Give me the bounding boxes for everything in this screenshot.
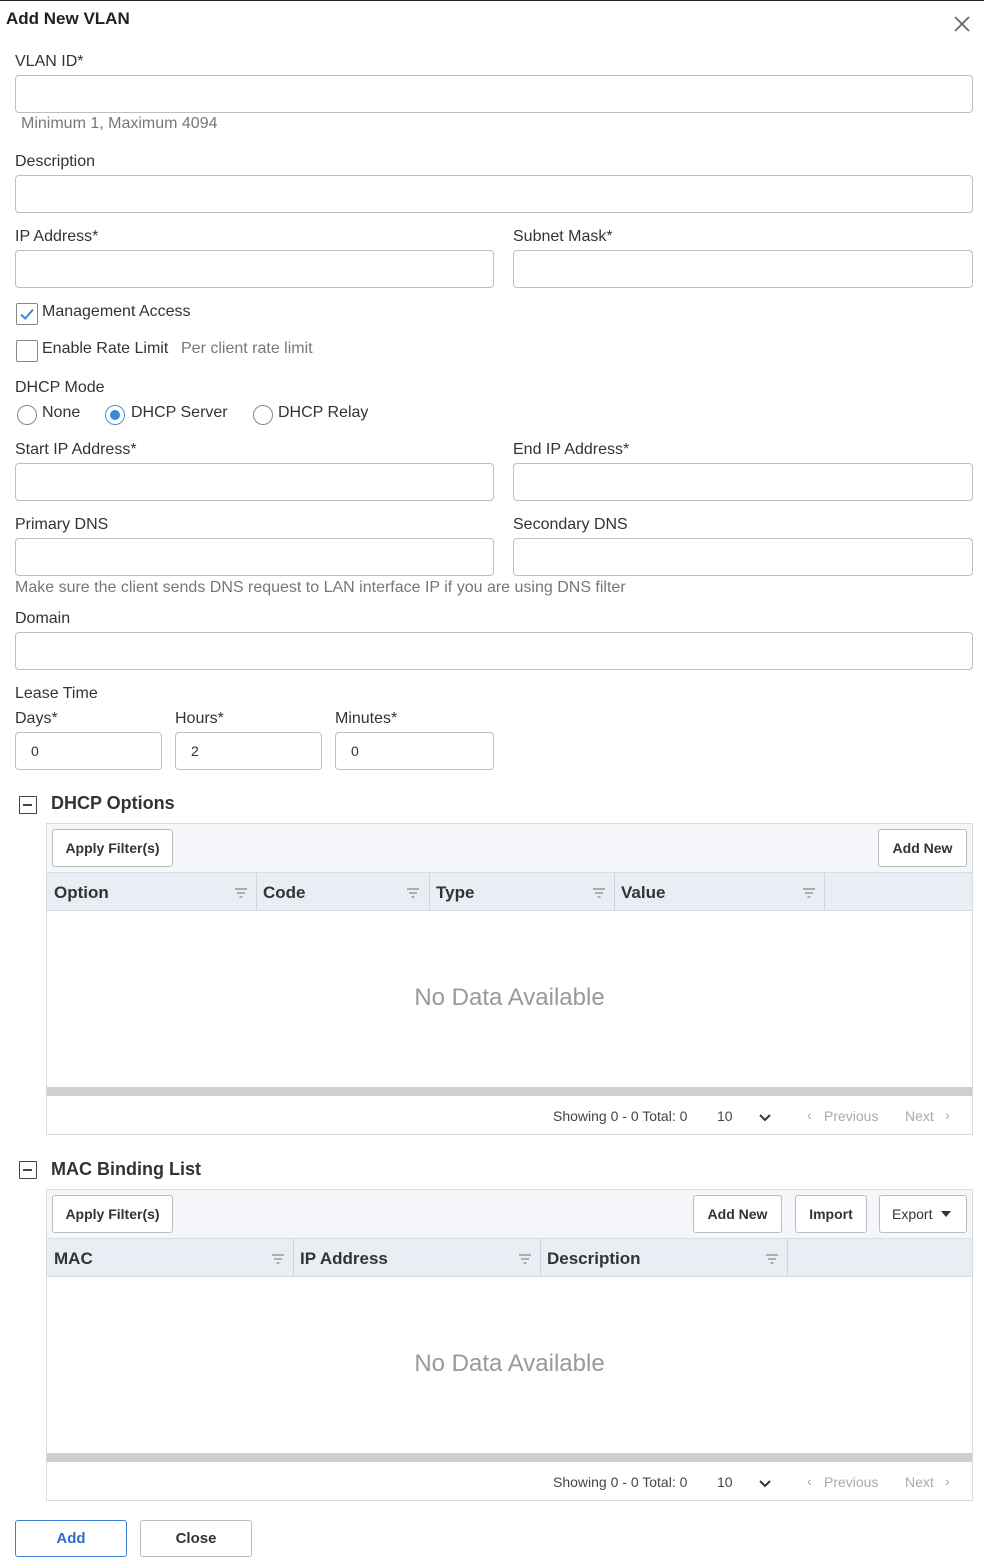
dhcp-previous-button[interactable]: Previous <box>824 1108 878 1124</box>
chevron-down-icon[interactable] <box>758 1476 772 1494</box>
lease-days-input[interactable] <box>15 732 162 770</box>
close-icon[interactable] <box>950 12 974 36</box>
chevron-left-icon: ‹ <box>807 1107 812 1123</box>
dhcp-next-button[interactable]: Next <box>905 1108 934 1124</box>
dhcp-apply-filters-button[interactable]: Apply Filter(s) <box>52 829 173 867</box>
mac-showing-text: Showing 0 - 0 Total: 0 <box>553 1474 688 1490</box>
lease-time-label: Lease Time <box>15 685 98 702</box>
mac-import-button[interactable]: Import <box>795 1195 867 1233</box>
filter-icon[interactable] <box>271 1252 285 1264</box>
vlan-id-label: VLAN ID* <box>15 53 84 70</box>
dhcp-mode-none-label: None <box>42 404 81 421</box>
ip-address-input[interactable] <box>15 250 494 288</box>
mac-table-header <box>47 1238 972 1277</box>
subnet-mask-label: Subnet Mask* <box>513 228 613 245</box>
export-label: Export <box>892 1206 933 1222</box>
description-input[interactable] <box>15 175 973 213</box>
rate-limit-checkbox[interactable] <box>16 340 38 362</box>
chevron-right-icon: › <box>945 1107 950 1123</box>
ip-address-label: IP Address* <box>15 228 99 245</box>
start-ip-label: Start IP Address* <box>15 441 137 458</box>
mac-no-data-message: No Data Available <box>414 1350 605 1377</box>
domain-input[interactable] <box>15 632 973 670</box>
primary-dns-label: Primary DNS <box>15 516 109 533</box>
subnet-mask-input[interactable] <box>513 250 973 288</box>
management-access-checkbox[interactable] <box>16 303 38 325</box>
dns-hint: Make sure the client sends DNS request t… <box>15 579 626 596</box>
dhcp-mode-server-radio[interactable] <box>105 405 125 425</box>
dhcp-options-title: DHCP Options <box>51 793 175 813</box>
management-access-label: Management Access <box>42 303 191 320</box>
column-divider[interactable] <box>256 872 257 911</box>
lease-minutes-input[interactable] <box>335 732 494 770</box>
dhcp-mode-label: DHCP Mode <box>15 379 105 396</box>
mac-page-size-select[interactable]: 10 <box>717 1474 733 1490</box>
vlan-id-hint: Minimum 1, Maximum 4094 <box>21 115 218 132</box>
description-label: Description <box>15 153 96 170</box>
column-divider[interactable] <box>540 1238 541 1277</box>
mac-export-button[interactable]: Export <box>879 1195 967 1233</box>
dhcp-showing-text: Showing 0 - 0 Total: 0 <box>553 1108 688 1124</box>
column-header-value[interactable]: Value <box>621 883 665 903</box>
mac-next-button[interactable]: Next <box>905 1474 934 1490</box>
filter-icon[interactable] <box>234 886 248 898</box>
mac-previous-button[interactable]: Previous <box>824 1474 878 1490</box>
column-header-ip-address[interactable]: IP Address <box>300 1249 388 1269</box>
close-button[interactable]: Close <box>140 1520 252 1557</box>
caret-down-icon <box>941 1211 952 1217</box>
dhcp-page-size-select[interactable]: 10 <box>717 1108 733 1124</box>
rate-limit-label: Enable Rate Limit <box>42 340 169 357</box>
collapse-dhcp-options-icon[interactable] <box>19 796 37 814</box>
lease-days-label: Days* <box>15 710 58 727</box>
column-header-option[interactable]: Option <box>54 883 109 903</box>
column-divider[interactable] <box>614 872 615 911</box>
filter-icon[interactable] <box>592 886 606 898</box>
checkmark-icon <box>20 308 34 320</box>
end-ip-label: End IP Address* <box>513 441 630 458</box>
secondary-dns-label: Secondary DNS <box>513 516 628 533</box>
column-header-description[interactable]: Description <box>547 1249 641 1269</box>
horizontal-scrollbar[interactable] <box>47 1453 972 1462</box>
end-ip-input[interactable] <box>513 463 973 501</box>
dhcp-mode-relay-radio[interactable] <box>253 405 273 425</box>
column-divider[interactable] <box>293 1238 294 1277</box>
chevron-down-icon[interactable] <box>758 1110 772 1128</box>
chevron-left-icon: ‹ <box>807 1473 812 1489</box>
mac-add-new-button[interactable]: Add New <box>693 1195 782 1233</box>
rate-limit-hint: Per client rate limit <box>181 340 313 357</box>
dialog-title: Add New VLAN <box>6 9 130 28</box>
primary-dns-input[interactable] <box>15 538 494 576</box>
filter-icon[interactable] <box>518 1252 532 1264</box>
lease-minutes-label: Minutes* <box>335 710 398 727</box>
column-divider[interactable] <box>787 1238 788 1277</box>
chevron-right-icon: › <box>945 1473 950 1489</box>
horizontal-scrollbar[interactable] <box>47 1087 972 1096</box>
dhcp-mode-relay-label: DHCP Relay <box>278 404 369 421</box>
collapse-mac-binding-icon[interactable] <box>19 1161 37 1179</box>
mac-binding-title: MAC Binding List <box>51 1159 201 1179</box>
column-header-code[interactable]: Code <box>263 883 306 903</box>
column-divider[interactable] <box>824 872 825 911</box>
dhcp-no-data-message: No Data Available <box>414 984 605 1011</box>
column-header-type[interactable]: Type <box>436 883 474 903</box>
filter-icon[interactable] <box>802 886 816 898</box>
top-border <box>0 0 984 1</box>
vlan-id-input[interactable] <box>15 75 973 113</box>
dhcp-mode-none-radio[interactable] <box>17 405 37 425</box>
dhcp-mode-server-label: DHCP Server <box>131 404 228 421</box>
column-divider[interactable] <box>429 872 430 911</box>
secondary-dns-input[interactable] <box>513 538 973 576</box>
column-header-mac[interactable]: MAC <box>54 1249 93 1269</box>
dhcp-add-new-button[interactable]: Add New <box>878 829 967 867</box>
start-ip-input[interactable] <box>15 463 494 501</box>
add-button[interactable]: Add <box>15 1520 127 1557</box>
domain-label: Domain <box>15 610 71 627</box>
filter-icon[interactable] <box>765 1252 779 1264</box>
lease-hours-input[interactable] <box>175 732 322 770</box>
filter-icon[interactable] <box>406 886 420 898</box>
lease-hours-label: Hours* <box>175 710 224 727</box>
dhcp-table-header <box>47 872 972 911</box>
mac-apply-filters-button[interactable]: Apply Filter(s) <box>52 1195 173 1233</box>
